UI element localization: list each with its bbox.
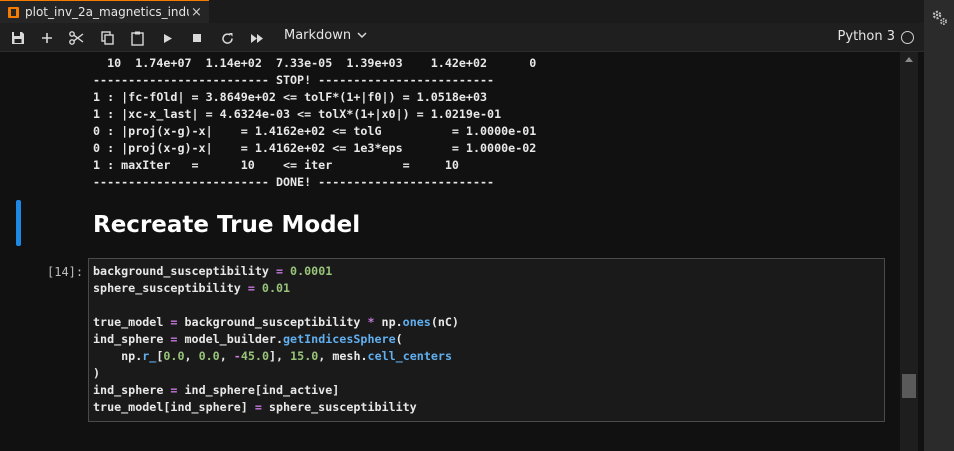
code-token: (nC) <box>430 315 459 329</box>
code-token: np. <box>374 315 403 329</box>
interrupt-button[interactable] <box>189 30 205 46</box>
vertical-scrollbar[interactable] <box>900 52 918 451</box>
scroll-up-icon[interactable] <box>905 57 913 62</box>
copy-button[interactable] <box>99 30 115 46</box>
code-editor[interactable]: background_susceptibility = 0.0001 spher… <box>88 258 885 422</box>
code-token: 15.0 <box>290 349 319 363</box>
cell-type-label: Markdown <box>284 28 352 43</box>
code-token: sphere_susceptibility <box>93 281 248 295</box>
code-token: ], <box>269 349 291 363</box>
save-button[interactable] <box>10 30 26 46</box>
code-token: , mesh. <box>318 349 368 363</box>
stop-icon <box>193 34 201 42</box>
code-token: - <box>233 349 241 363</box>
code-token: = <box>247 281 255 295</box>
restart-icon <box>221 32 233 44</box>
code-token: ind_sphere <box>93 383 171 397</box>
output-line: 10 1.74e+07 1.14e+02 7.33e-05 1.39e+03 1… <box>93 56 537 70</box>
scrollbar-thumb[interactable] <box>902 374 916 398</box>
code-token: getIndicesSphere <box>283 332 396 346</box>
output-line: 0 : |proj(x-g)-x| = 1.4162e+02 <= 1e3*ep… <box>93 141 537 155</box>
close-icon[interactable]: × <box>191 5 202 20</box>
markdown-heading: Recreate True Model <box>93 212 361 238</box>
code-line: background_susceptibility = 0.0001 <box>93 264 332 278</box>
output-line: 1 : |fc-fOld| = 3.8649e+02 <= tolF*(1+|f… <box>93 90 488 104</box>
code-token: model_builder. <box>177 332 284 346</box>
code-text: background_susceptibility = 0.0001 spher… <box>93 263 459 416</box>
cut-button[interactable] <box>68 30 84 46</box>
kernel-name[interactable]: Python 3 <box>838 29 895 44</box>
plus-icon <box>42 33 52 43</box>
code-token: 0.0001 <box>290 264 333 278</box>
code-token: = <box>254 400 262 414</box>
notebook-tab[interactable]: plot_inv_2a_magnetics_induc × <box>0 0 209 23</box>
code-token: 0.0 <box>163 349 185 363</box>
code-token: true_model[ind_sphere] <box>93 400 255 414</box>
code-token: , <box>219 349 234 363</box>
output-line: ------------------------- STOP! --------… <box>93 73 495 87</box>
code-line: true_model[ind_sphere] = sphere_suscepti… <box>93 400 417 414</box>
play-icon <box>164 33 172 43</box>
code-token: * <box>367 315 375 329</box>
cell-type-dropdown[interactable]: Markdown <box>284 28 367 43</box>
code-line: ) <box>93 366 100 380</box>
output-line: 0 : |proj(x-g)-x| = 1.4162e+02 <= tolG =… <box>93 124 537 138</box>
clipboard-icon <box>130 31 144 46</box>
restart-button[interactable] <box>219 30 235 46</box>
run-button[interactable] <box>160 30 176 46</box>
tab-bar: plot_inv_2a_magnetics_induc × <box>0 0 924 23</box>
active-cell-indicator <box>16 200 21 246</box>
output-line: ------------------------- DONE! --------… <box>93 175 495 189</box>
code-token: ( <box>395 332 403 346</box>
paste-button[interactable] <box>129 30 145 46</box>
code-token: true_model <box>93 315 171 329</box>
code-token: = <box>275 264 283 278</box>
code-token: 0.01 <box>261 281 291 295</box>
output-line: 1 : maxIter = 10 <= iter = 10 <box>93 158 459 172</box>
right-sidebar <box>924 0 954 451</box>
code-token: np. <box>93 349 143 363</box>
fast-forward-icon <box>251 33 263 43</box>
output-line: 1 : |xc-x_last| = 4.6324e-03 <= tolX*(1+… <box>93 107 502 121</box>
tab-title: plot_inv_2a_magnetics_induc <box>25 5 189 19</box>
insert-cell-button[interactable] <box>39 30 55 46</box>
code-token: ) <box>93 366 101 380</box>
copy-icon <box>100 31 114 45</box>
property-inspector-icon[interactable] <box>931 9 949 27</box>
run-all-button[interactable] <box>249 30 265 46</box>
code-token: sphere_susceptibility <box>261 400 417 414</box>
save-icon <box>12 32 24 44</box>
code-token: r_ <box>142 349 157 363</box>
code-line: sphere_susceptibility = 0.01 <box>93 281 290 295</box>
code-token: 0.0 <box>198 349 220 363</box>
execution-count: [14]: <box>47 265 84 279</box>
chevron-down-icon <box>357 32 367 39</box>
notebook-icon <box>8 6 19 18</box>
code-token: cell_centers <box>367 349 452 363</box>
code-line: np.r_[0.0, 0.0, -45.0], 15.0, mesh.cell_… <box>93 349 452 363</box>
code-token: , <box>184 349 199 363</box>
notebook-toolbar: Markdown Python 3 <box>0 23 924 52</box>
code-token: ind_sphere <box>93 332 171 346</box>
scissors-icon <box>68 31 83 45</box>
code-token: background_susceptibility <box>177 315 368 329</box>
cell-output: 10 1.74e+07 1.14e+02 7.33e-05 1.39e+03 1… <box>93 55 536 191</box>
kernel-status-icon <box>901 31 914 44</box>
code-token: background_susceptibility <box>93 264 276 278</box>
code-line: ind_sphere = ind_sphere[ind_active] <box>93 383 339 397</box>
code-token: 45.0 <box>240 349 269 363</box>
code-token: ones <box>402 315 431 329</box>
code-token: ind_sphere[ind_active] <box>177 383 340 397</box>
code-line: true_model = background_susceptibility *… <box>93 315 459 329</box>
notebook-panel: 10 1.74e+07 1.14e+02 7.33e-05 1.39e+03 1… <box>0 52 900 451</box>
code-line: ind_sphere = model_builder.getIndicesSph… <box>93 332 403 346</box>
panel-gap <box>918 52 924 451</box>
